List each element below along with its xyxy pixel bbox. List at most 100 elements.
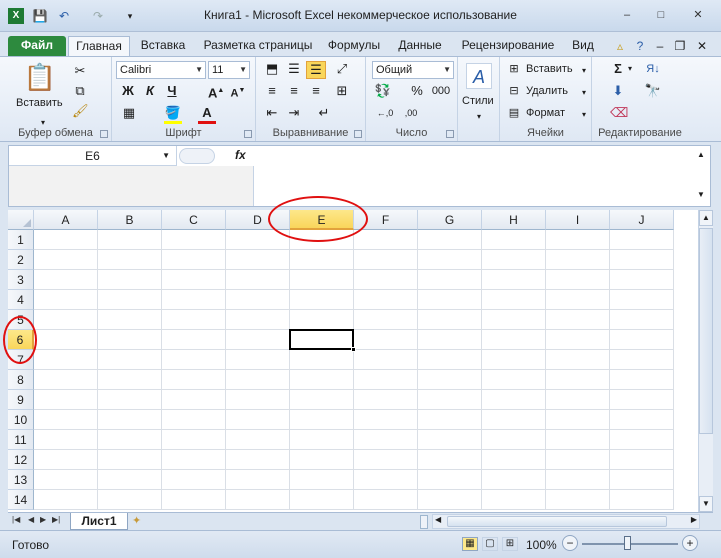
hscroll-thumb[interactable] bbox=[447, 516, 667, 527]
vertical-scrollbar[interactable]: ▲ ▼ bbox=[698, 210, 713, 512]
row-header-14[interactable]: 14 bbox=[8, 490, 34, 510]
insert-cells-button[interactable]: Вставить bbox=[526, 63, 573, 75]
cut-icon[interactable]: ✂ bbox=[72, 63, 88, 79]
increase-decimal-icon[interactable]: ←,0 bbox=[374, 105, 396, 121]
number-launcher-icon[interactable] bbox=[446, 130, 454, 138]
scroll-up-icon[interactable]: ▲ bbox=[699, 210, 713, 226]
chevron-down-icon[interactable]: ▾ bbox=[580, 85, 588, 101]
row-header-2[interactable]: 2 bbox=[8, 250, 34, 270]
percent-icon[interactable]: % bbox=[408, 83, 426, 99]
column-header-a[interactable]: A bbox=[34, 210, 98, 230]
format-painter-icon[interactable]: 🖌 bbox=[72, 103, 89, 119]
fill-icon[interactable]: ⬇ bbox=[610, 83, 626, 99]
row-header-12[interactable]: 12 bbox=[8, 450, 34, 470]
decrease-indent-icon[interactable]: ⇤ bbox=[262, 105, 282, 121]
row-header-13[interactable]: 13 bbox=[8, 470, 34, 490]
row-header-11[interactable]: 11 bbox=[8, 430, 34, 450]
minimize-ribbon-icon[interactable]: ▵ bbox=[612, 38, 628, 54]
page-break-view-icon[interactable]: ⊞ bbox=[502, 537, 518, 551]
comma-style-icon[interactable]: 000 bbox=[430, 83, 452, 99]
close-button[interactable]: ✕ bbox=[682, 6, 714, 24]
column-header-b[interactable]: B bbox=[98, 210, 162, 230]
scroll-right-icon[interactable]: ▶ bbox=[691, 515, 697, 524]
formula-divider-handle[interactable] bbox=[179, 148, 215, 164]
paste-button[interactable]: Вставить bbox=[16, 97, 63, 109]
zoom-in-button[interactable]: + bbox=[682, 535, 698, 551]
chevron-down-icon[interactable]: ▾ bbox=[580, 107, 588, 123]
formula-input[interactable] bbox=[255, 146, 710, 166]
active-cell[interactable] bbox=[289, 329, 354, 350]
sheet-tab-active[interactable]: Лист1 bbox=[70, 513, 128, 530]
tab-home[interactable]: Главная bbox=[68, 36, 130, 56]
help-icon[interactable]: ? bbox=[632, 38, 648, 54]
align-bottom-icon[interactable]: ☰ bbox=[306, 61, 326, 79]
format-cells-icon[interactable]: ▤ bbox=[506, 105, 522, 121]
name-box[interactable]: E6 ▼ bbox=[9, 146, 177, 166]
insert-cells-icon[interactable]: ⊞ bbox=[506, 61, 522, 77]
font-name-combo[interactable]: Calibri ▼ bbox=[116, 61, 206, 79]
tab-file[interactable]: Файл bbox=[8, 36, 66, 56]
font-launcher-icon[interactable] bbox=[244, 130, 252, 138]
row-header-3[interactable]: 3 bbox=[8, 270, 34, 290]
orientation-icon[interactable]: ⤢ bbox=[332, 61, 352, 77]
wrap-text-icon[interactable]: ↵ bbox=[314, 105, 334, 121]
insert-sheet-icon[interactable]: ✦ bbox=[132, 514, 152, 529]
row-header-9[interactable]: 9 bbox=[8, 390, 34, 410]
tab-page-layout[interactable]: Разметка страницы bbox=[198, 36, 318, 56]
scroll-down-icon[interactable]: ▼ bbox=[699, 496, 713, 512]
delete-cells-button[interactable]: Удалить bbox=[526, 85, 568, 97]
paste-icon[interactable]: 📋 bbox=[22, 61, 58, 93]
page-layout-view-icon[interactable]: ▢ bbox=[482, 537, 498, 551]
fill-handle[interactable] bbox=[351, 347, 356, 352]
copy-icon[interactable]: ⧉ bbox=[72, 83, 88, 99]
increase-indent-icon[interactable]: ⇥ bbox=[284, 105, 304, 121]
format-cells-button[interactable]: Формат bbox=[526, 107, 565, 119]
borders-icon[interactable]: ▦ bbox=[120, 105, 138, 121]
column-header-g[interactable]: G bbox=[418, 210, 482, 230]
expand-formula-icon[interactable]: ▲ bbox=[697, 150, 705, 159]
tab-review[interactable]: Рецензирование bbox=[456, 36, 560, 56]
select-all-corner[interactable] bbox=[8, 210, 34, 230]
row-header-4[interactable]: 4 bbox=[8, 290, 34, 310]
chevron-down-icon[interactable]: ▾ bbox=[580, 63, 588, 79]
tab-split-handle[interactable] bbox=[420, 515, 428, 529]
row-header-10[interactable]: 10 bbox=[8, 410, 34, 430]
column-header-i[interactable]: I bbox=[546, 210, 610, 230]
align-center-icon[interactable]: ≡ bbox=[284, 83, 304, 99]
column-header-h[interactable]: H bbox=[482, 210, 546, 230]
tab-insert[interactable]: Вставка bbox=[134, 36, 192, 56]
find-select-icon[interactable]: 🔭 bbox=[642, 83, 664, 99]
fill-color-icon[interactable]: 🪣 bbox=[164, 105, 182, 124]
underline-button[interactable]: Ч bbox=[164, 83, 180, 99]
merge-center-icon[interactable]: ⊞ bbox=[332, 83, 352, 99]
align-top-icon[interactable]: ⬒ bbox=[262, 61, 282, 77]
worksheet-grid[interactable]: ABCDEFGHIJ 1 2 3 4 5 6 7 8 9 10 11 12 13 14 bbox=[8, 210, 698, 512]
horizontal-scrollbar[interactable]: ◀ ▶ bbox=[432, 514, 700, 529]
column-header-j[interactable]: J bbox=[610, 210, 674, 230]
scroll-thumb[interactable] bbox=[699, 228, 713, 434]
next-sheet-icon[interactable]: ▶ bbox=[40, 515, 46, 524]
tab-formulas[interactable]: Формулы bbox=[322, 36, 386, 56]
insert-function-button[interactable]: fx bbox=[235, 148, 246, 162]
doc-minimize-icon[interactable]: – bbox=[652, 38, 668, 54]
collapse-formula-icon[interactable]: ▼ bbox=[697, 190, 705, 199]
tab-view[interactable]: Вид bbox=[566, 36, 600, 56]
doc-restore-icon[interactable]: ❐ bbox=[672, 38, 688, 54]
zoom-out-button[interactable]: − bbox=[562, 535, 578, 551]
currency-icon[interactable]: 💱 bbox=[374, 83, 392, 99]
align-right-icon[interactable]: ≡ bbox=[306, 83, 326, 99]
font-color-icon[interactable]: A bbox=[198, 105, 216, 124]
zoom-level[interactable]: 100% bbox=[526, 538, 557, 552]
row-header-8[interactable]: 8 bbox=[8, 370, 34, 390]
bold-button[interactable]: Ж bbox=[120, 83, 136, 99]
column-header-c[interactable]: C bbox=[162, 210, 226, 230]
grow-font-icon[interactable]: A▲ bbox=[208, 83, 224, 101]
normal-view-icon[interactable]: ▦ bbox=[462, 537, 478, 551]
font-size-combo[interactable]: 11 ▼ bbox=[208, 61, 250, 79]
sort-filter-icon[interactable]: Я↓ bbox=[642, 61, 664, 77]
clear-icon[interactable]: ⌫ bbox=[610, 105, 628, 121]
shrink-font-icon[interactable]: A▼ bbox=[230, 83, 246, 102]
styles-dropdown-icon[interactable]: ▾ bbox=[474, 109, 484, 125]
number-format-combo[interactable]: Общий ▼ bbox=[372, 61, 454, 79]
zoom-slider-thumb[interactable] bbox=[624, 536, 631, 550]
